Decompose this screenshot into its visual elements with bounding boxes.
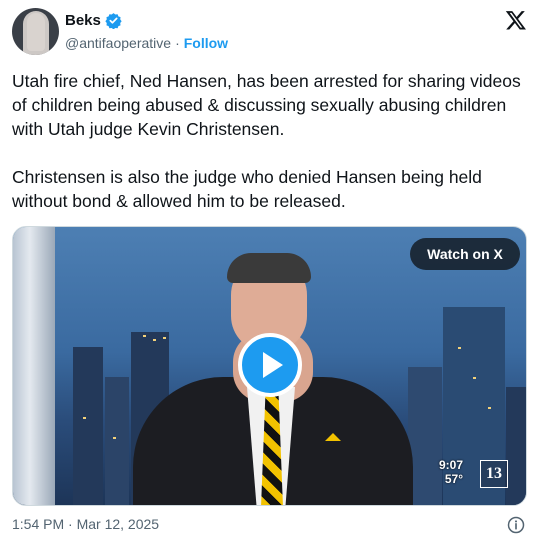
tweet-timestamp[interactable]: 1:54 PM · Mar 12, 2025 [12,516,159,532]
play-button[interactable] [238,333,302,397]
skyline-building [105,377,129,505]
video-player[interactable]: Watch on X 9:07 57° 13 [12,226,527,506]
skyline-building [506,387,526,505]
city-light [473,377,476,379]
author-handle-row: @antifaoperative · Follow [65,35,228,51]
x-logo-icon[interactable] [505,9,527,31]
city-light [83,417,86,419]
news-anchor-hair [227,253,311,283]
author-name-row: Beks [65,12,122,29]
broadcast-time: 9:07 [439,458,464,472]
author-handle[interactable]: @antifaoperative [65,35,171,51]
watch-on-x-button[interactable]: Watch on X [410,238,520,270]
info-icon[interactable] [507,516,525,534]
separator-dot: · [175,35,180,51]
city-light [153,339,156,341]
city-light [163,337,166,339]
follow-button[interactable]: Follow [184,35,228,51]
avatar-face [27,13,45,51]
channel-badge: 13 [480,460,508,488]
author-name[interactable]: Beks [65,12,101,29]
city-light [488,407,491,409]
embedded-tweet-card: Beks @antifaoperative · Follow Utah fire… [0,0,541,544]
city-light [458,347,461,349]
verified-badge-icon [105,13,122,29]
city-light [143,335,146,337]
play-icon [262,352,283,378]
broadcast-temperature: 57° [444,472,464,486]
avatar[interactable] [12,8,59,55]
city-light [113,437,116,439]
window-frame [13,227,55,505]
tweet-text: Utah fire chief, Ned Hansen, has been ar… [12,71,521,211]
skyline-building [408,367,442,505]
skyline-building [73,347,103,505]
broadcast-time-temp: 9:07 57° [439,458,463,486]
